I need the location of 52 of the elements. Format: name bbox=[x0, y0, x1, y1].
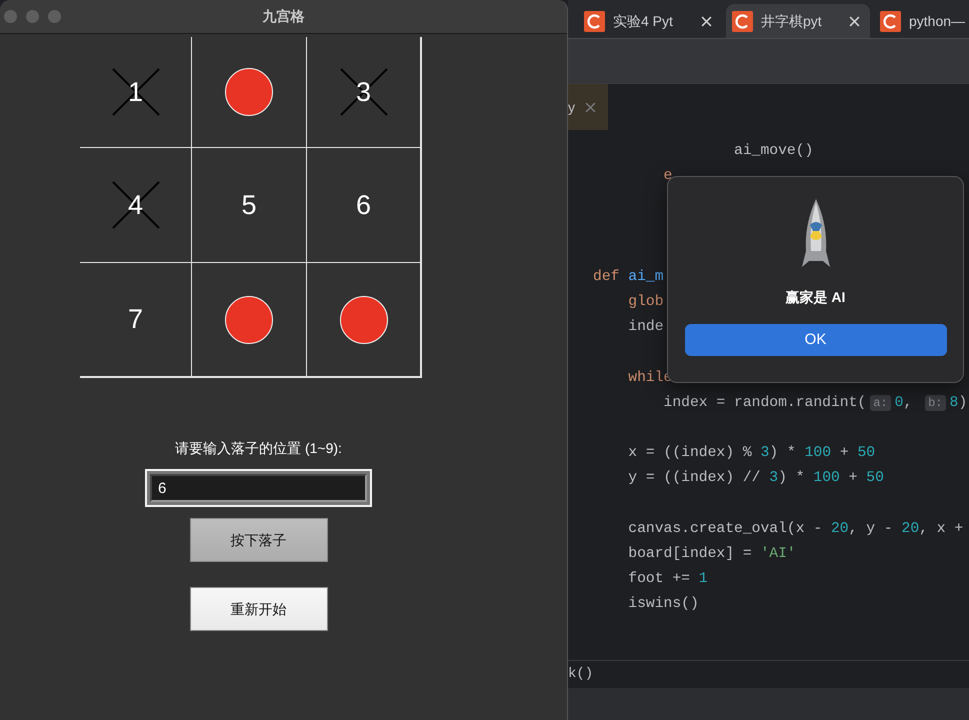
action-button[interactable]: 重新开始 bbox=[190, 587, 328, 631]
circle-piece bbox=[340, 296, 388, 344]
code-line: iswins() bbox=[627, 595, 699, 614]
editor-tab[interactable]: y bbox=[568, 84, 608, 130]
browser-tab[interactable]: 井字棋pyt bbox=[726, 4, 870, 38]
cross-piece bbox=[112, 181, 160, 229]
code-line: glob bbox=[627, 293, 664, 312]
code-line: index = random.randint( a: 0, b: 8) bbox=[662, 394, 968, 413]
browser-tab[interactable]: python— bbox=[874, 4, 969, 38]
cell-number: 6 bbox=[356, 192, 372, 218]
code-line: x = ((index) % 3) * 100 + 50 bbox=[627, 444, 876, 464]
board-cell[interactable]: 1 bbox=[80, 37, 192, 148]
site-logo-icon bbox=[880, 10, 901, 32]
cell-number: 7 bbox=[128, 306, 144, 333]
board-cell[interactable]: 7 bbox=[80, 263, 192, 378]
input-prompt: 请要输入落子的位置 (1~9): bbox=[175, 439, 342, 458]
cross-piece bbox=[340, 68, 388, 116]
site-logo-icon bbox=[584, 10, 605, 32]
tab-label: y bbox=[568, 98, 575, 117]
board-cell[interactable]: 5 bbox=[192, 148, 307, 263]
ok-button[interactable]: OK bbox=[684, 324, 946, 356]
dialog-message: 赢家是 AI bbox=[786, 288, 846, 307]
window-title: 九宫格 bbox=[262, 7, 304, 26]
board-cell[interactable]: 3 bbox=[307, 37, 422, 148]
cell-number: 4 bbox=[128, 192, 144, 218]
site-logo-icon bbox=[732, 10, 753, 32]
code-line: foot += 1 bbox=[627, 570, 708, 590]
cross-piece bbox=[112, 68, 160, 116]
tab-label: 实验4 Pyt bbox=[613, 12, 674, 31]
board-cell[interactable] bbox=[192, 37, 307, 148]
code-line: e bbox=[662, 167, 672, 186]
tab-label: 井字棋pyt bbox=[761, 12, 823, 31]
circle-piece bbox=[225, 68, 273, 116]
action-button[interactable]: 按下落子 bbox=[190, 518, 328, 562]
code-line: inde bbox=[627, 318, 664, 338]
tab-label: python— bbox=[909, 12, 966, 31]
cell-number: 3 bbox=[356, 78, 372, 106]
board-cell[interactable] bbox=[192, 263, 307, 378]
position-input[interactable]: 6 bbox=[145, 469, 372, 507]
board-cell[interactable]: 6 bbox=[307, 148, 422, 263]
circle-piece bbox=[225, 296, 273, 344]
code-line: def ai_m bbox=[593, 268, 664, 287]
code-line: y = ((index) // 3) * 100 + 50 bbox=[627, 469, 884, 488]
board-cell[interactable]: 4 bbox=[80, 148, 192, 263]
browser-tab[interactable]: 实验4 Pyt bbox=[578, 4, 722, 38]
board-cell[interactable] bbox=[307, 263, 422, 378]
code-line: canvas.create_oval(x - 20, y - 20, x + bbox=[627, 520, 964, 539]
code-line: board[index] = 'AI' bbox=[627, 545, 796, 564]
cell-number: 1 bbox=[128, 78, 144, 106]
code-line: ai_move() bbox=[733, 142, 814, 161]
cell-number: 5 bbox=[241, 192, 257, 218]
breadcrumb[interactable]: k() bbox=[568, 664, 594, 685]
